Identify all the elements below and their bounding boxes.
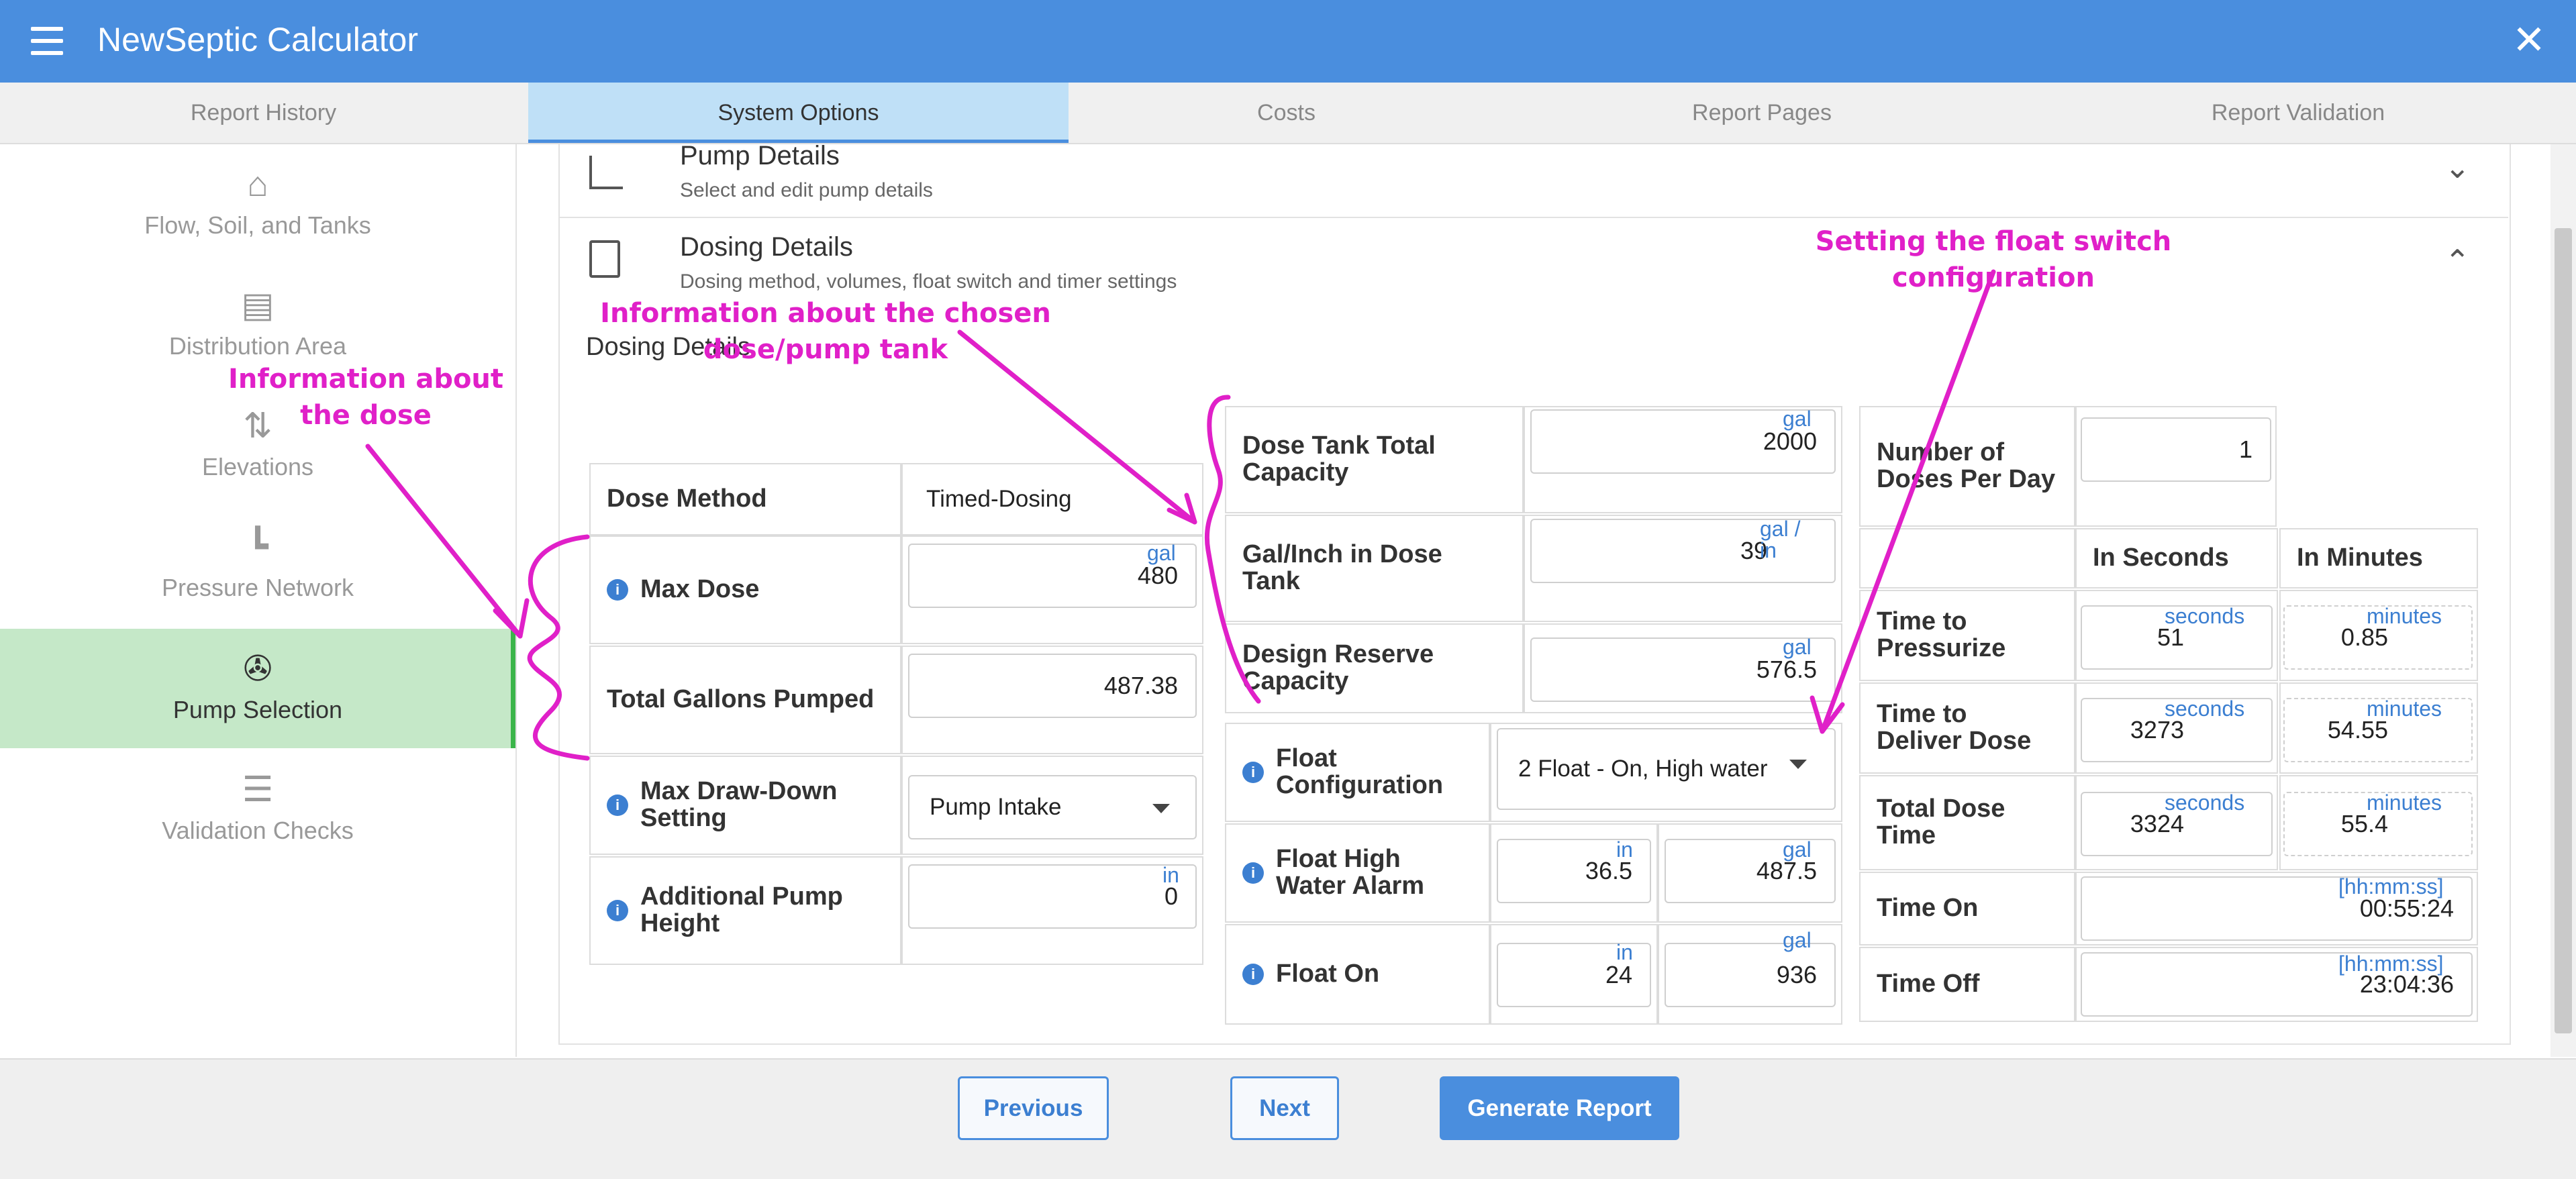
annotation-brace-tank bbox=[1205, 395, 1261, 704]
annotation-arrow-float bbox=[1820, 269, 1996, 734]
annotation-brace-dose bbox=[527, 534, 590, 761]
arrowhead bbox=[1167, 493, 1197, 525]
annotation-tank: Information about the chosen dose/pump t… bbox=[600, 298, 1051, 365]
arrowhead bbox=[493, 598, 530, 639]
previous-button[interactable]: Previous bbox=[958, 1076, 1109, 1140]
annotation-dose: Information about the dose bbox=[228, 364, 504, 431]
annotation-float: Setting the float switch configuration bbox=[1815, 226, 2172, 293]
generate-report-button[interactable]: Generate Report bbox=[1440, 1076, 1679, 1140]
annotation-overlay bbox=[365, 269, 1996, 761]
footer: Previous Next Generate Report bbox=[0, 1058, 2576, 1179]
next-button[interactable]: Next bbox=[1230, 1076, 1339, 1140]
annotation-arrow-dose bbox=[365, 444, 523, 639]
